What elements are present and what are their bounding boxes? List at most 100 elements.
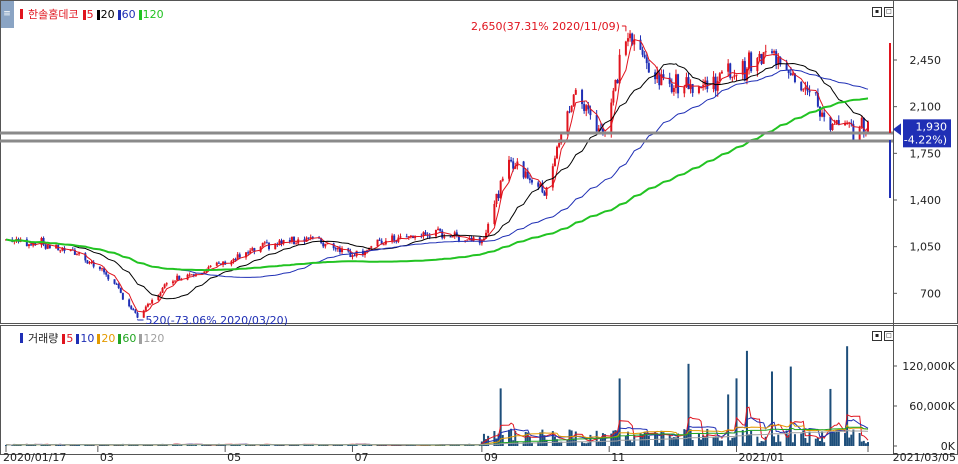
- candle-body: [88, 262, 91, 264]
- candle-body: [209, 265, 212, 268]
- candle-body: [758, 53, 761, 58]
- candle-body: [293, 236, 296, 244]
- candle-body: [741, 61, 744, 75]
- current-price: 1,930: [916, 120, 948, 133]
- candle-body: [171, 281, 174, 284]
- candle-body: [528, 178, 531, 181]
- candle-body: [750, 52, 753, 72]
- candle-body: [718, 73, 721, 82]
- candle-body: [789, 73, 792, 75]
- volume-bar: [203, 445, 206, 446]
- candle-body: [449, 236, 452, 238]
- volume-bar: [758, 442, 761, 446]
- volume-bar: [748, 434, 751, 446]
- candle-body: [543, 192, 546, 196]
- candle-body: [280, 240, 283, 244]
- candle-body: [263, 242, 266, 244]
- volume-bar: [716, 436, 719, 446]
- candle-body: [466, 239, 469, 241]
- candle-body: [572, 94, 575, 106]
- candle-body: [46, 245, 49, 249]
- candle-body: [424, 232, 427, 235]
- volume-bar: [700, 439, 703, 446]
- candle-body: [672, 87, 675, 92]
- volume-bar: [366, 445, 369, 446]
- candle-body: [391, 235, 394, 241]
- candle-body: [524, 171, 527, 178]
- candle-body: [731, 76, 734, 78]
- candle-body: [712, 76, 715, 89]
- volume-bar: [624, 435, 627, 446]
- candle-body: [86, 260, 89, 264]
- volume-bar: [785, 430, 788, 446]
- candle-body: [267, 243, 270, 250]
- volume-bar: [105, 445, 108, 446]
- candle-body: [823, 112, 826, 117]
- volume-bar: [247, 445, 250, 446]
- candle-body: [136, 312, 139, 318]
- candle-body: [833, 123, 836, 125]
- volume-bar: [756, 436, 759, 446]
- candle-body: [90, 262, 93, 264]
- candle-body: [265, 242, 268, 244]
- x-tick-label: 11: [611, 451, 625, 464]
- volume-bar: [733, 437, 736, 446]
- volume-bar: [829, 388, 832, 446]
- volume-bar: [178, 445, 181, 446]
- candle-body: [176, 275, 179, 281]
- volume-bar: [601, 433, 604, 446]
- volume-bar: [499, 388, 502, 446]
- candle-body: [595, 115, 598, 132]
- candle-body: [119, 287, 122, 293]
- candle-body: [775, 51, 778, 65]
- candle-body: [677, 74, 680, 94]
- candle-body: [247, 252, 250, 254]
- volume-bar: [553, 436, 556, 446]
- candle-body: [98, 266, 101, 270]
- candle-body: [149, 303, 152, 305]
- candle-body: [629, 33, 632, 39]
- candle-body: [336, 247, 339, 250]
- candle-body: [121, 292, 124, 300]
- candle-body: [821, 112, 824, 117]
- y-tick-label: 2,100: [910, 101, 942, 114]
- volume-bar: [524, 431, 527, 446]
- candle-body: [800, 82, 803, 91]
- candle-body: [78, 253, 81, 255]
- candle-body: [697, 86, 700, 93]
- candle-body: [261, 243, 264, 247]
- volume-bar: [668, 435, 671, 446]
- candle-body: [188, 274, 191, 276]
- candle-body: [508, 159, 511, 179]
- volume-bar: [727, 394, 730, 446]
- y-tick-label: 1,400: [910, 194, 942, 207]
- volume-bar: [844, 433, 847, 446]
- volume-bar: [818, 440, 821, 446]
- candle-body: [405, 236, 408, 238]
- volume-bar: [858, 433, 861, 446]
- candle-body: [804, 87, 807, 90]
- y-tick-label: 1,750: [910, 147, 942, 160]
- candle-body: [501, 178, 504, 181]
- volume-bar: [789, 366, 792, 446]
- volume-bar: [731, 437, 734, 446]
- volume-bar: [823, 442, 826, 446]
- volume-bar: [804, 438, 807, 446]
- candle-body: [44, 244, 47, 249]
- volume-bar: [539, 432, 542, 446]
- candle-body: [75, 254, 78, 256]
- volume-bar: [800, 433, 803, 446]
- candle-body: [770, 51, 773, 53]
- candle-body: [439, 228, 442, 231]
- volume-bar: [848, 437, 851, 446]
- volume-tick-label: 120,000K: [902, 360, 955, 373]
- candle-body: [495, 193, 498, 204]
- candle-body: [107, 274, 110, 280]
- volume-bar: [647, 436, 650, 446]
- y-tick-label: 700: [920, 287, 941, 300]
- volume-bar: [274, 445, 277, 446]
- volume-bar: [850, 434, 853, 446]
- candle-body: [307, 237, 310, 239]
- volume-bar: [157, 445, 160, 446]
- y-tick-label: 1,050: [910, 241, 942, 254]
